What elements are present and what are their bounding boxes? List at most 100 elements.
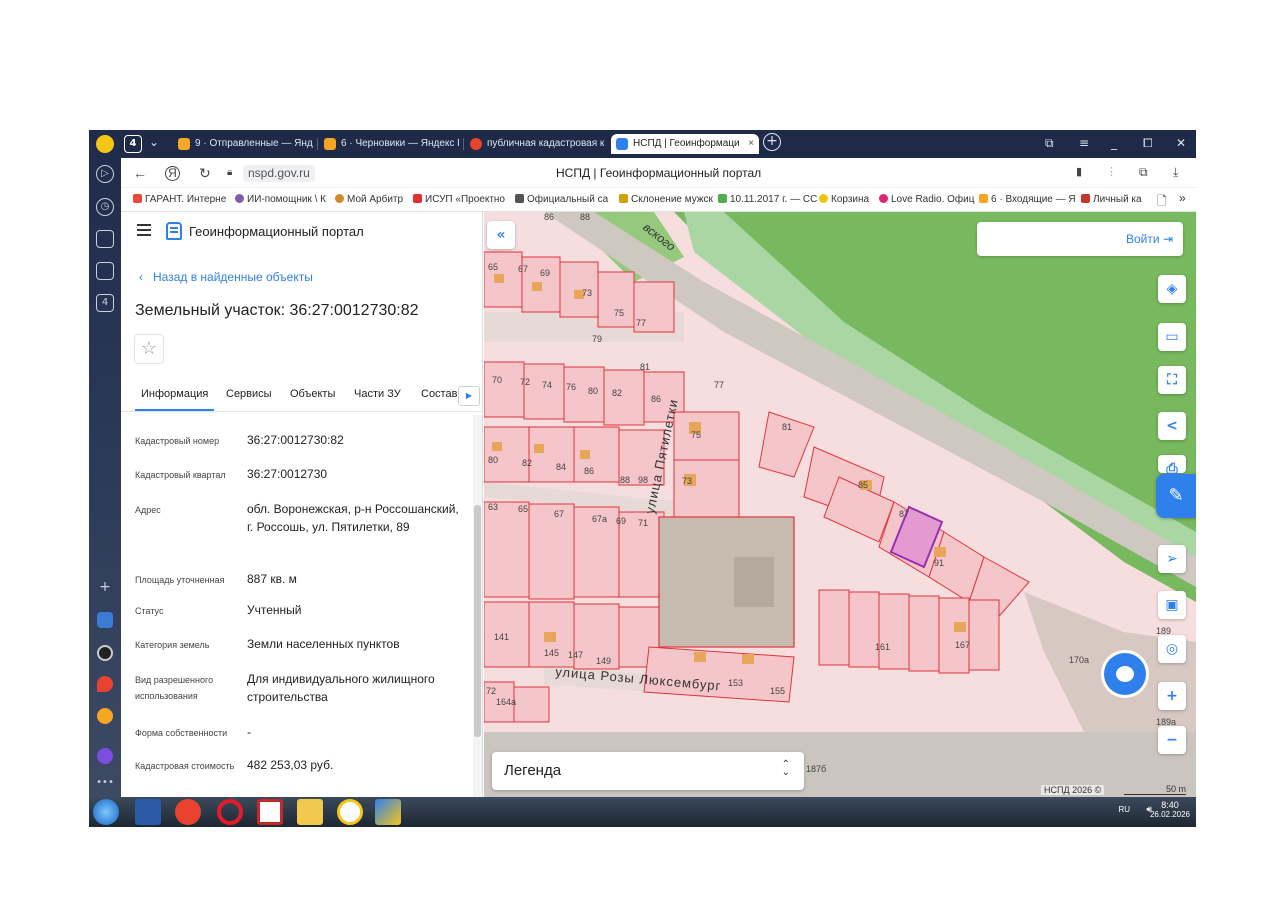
tab-parts[interactable]: Части ЗУ	[354, 388, 401, 400]
bookmark-item[interactable]: Официальный са	[515, 194, 608, 205]
menu-icon[interactable]: ≡	[1079, 136, 1089, 150]
plot-number: 69	[616, 516, 627, 526]
start-button-icon[interactable]	[93, 799, 119, 825]
bookmark-item[interactable]: ИСУП «Проектно	[413, 194, 505, 205]
map-copyright: НСПД 2026 ©	[1041, 785, 1105, 795]
yandex-app-icon[interactable]	[175, 799, 201, 825]
plot-number: 74	[542, 380, 553, 390]
ruler-icon[interactable]: ▭	[1158, 323, 1186, 351]
share-icon[interactable]: <	[1158, 412, 1186, 440]
bookmark-item[interactable]: ИИ-помощник \ К	[235, 194, 326, 205]
plot-number: 73	[582, 288, 593, 298]
minimap-icon[interactable]: ▣	[1158, 591, 1186, 619]
new-tab-button[interactable]: +	[763, 133, 781, 151]
feedback-icon[interactable]: ✎	[1156, 474, 1196, 518]
panel-scrollbar[interactable]	[473, 415, 482, 797]
bookmark-label: Мой Арбитр	[347, 194, 404, 205]
opera-app-icon[interactable]	[217, 799, 243, 825]
tab-information[interactable]: Информация	[134, 388, 215, 411]
tab-list-chevron-icon[interactable]: ⌄	[149, 135, 159, 149]
add-icon[interactable]: +	[96, 580, 114, 598]
screenshot-icon[interactable]	[96, 262, 114, 280]
geolocation-icon[interactable]: ➢	[1158, 545, 1186, 573]
word-app-icon[interactable]	[135, 799, 161, 825]
music-app-icon[interactable]	[97, 645, 113, 661]
bookmark-item[interactable]: Love Radio. Офиц	[879, 194, 974, 205]
restore-icon[interactable]: ⧠	[1143, 136, 1153, 151]
favorite-button[interactable]: ☆	[134, 334, 164, 364]
bookmark-icon[interactable]: ▮	[1076, 165, 1082, 178]
language-indicator[interactable]: RU	[1118, 805, 1130, 814]
acrobat-app-icon[interactable]	[257, 799, 283, 825]
chat-icon[interactable]	[1104, 653, 1146, 695]
layers-icon[interactable]: ◈	[1158, 275, 1186, 303]
scrollbar-thumb[interactable]	[474, 505, 481, 737]
yandex-home-icon[interactable]: Я	[165, 166, 180, 181]
bookmark-item[interactable]: 10.11.2017 г. — СС	[718, 194, 817, 205]
tab-drafts[interactable]: 6 · Черновики — Яндекс П	[319, 134, 459, 154]
close-tab-icon[interactable]: ×	[748, 134, 754, 154]
url-field[interactable]: nspd.gov.ru	[243, 165, 315, 182]
bookmark-icon	[235, 194, 244, 203]
tabs-next-button[interactable]: ▶	[458, 386, 480, 406]
messenger-app-icon[interactable]	[97, 748, 113, 764]
minimize-icon[interactable]: _	[1111, 136, 1117, 150]
plot-number: 86	[584, 466, 595, 476]
location-pin-icon[interactable]: ◎	[1158, 635, 1186, 663]
play-icon[interactable]: ▷	[96, 165, 114, 183]
tabs-count-icon[interactable]: 4	[96, 294, 114, 312]
plot-number: 149	[596, 656, 612, 666]
volume-icon[interactable]: 🔊︎	[1146, 804, 1152, 815]
login-button[interactable]: Войти ⇥	[977, 222, 1183, 256]
lock-icon[interactable]: 🔒︎	[227, 167, 232, 178]
select-area-icon[interactable]: ⛶	[1158, 366, 1186, 394]
bookmark-item[interactable]: 6 · Входящие — Я	[979, 194, 1076, 205]
more-options-icon[interactable]: ⋮	[1106, 165, 1117, 178]
legend-dropdown[interactable]: Легенда ⌃ ⌄	[492, 752, 804, 790]
shield-app-icon[interactable]	[375, 799, 401, 825]
property-value: 887 кв. м	[247, 572, 297, 586]
tab-composition[interactable]: Состав	[421, 388, 457, 400]
clock[interactable]: 8:40 26.02.2026	[1148, 800, 1192, 819]
notes-icon[interactable]	[96, 230, 114, 248]
download-icon[interactable]: ⤓	[1173, 165, 1178, 180]
bookmark-icon	[515, 194, 524, 203]
zoom-in-button[interactable]: +	[1158, 682, 1186, 710]
collapse-panel-button[interactable]: «	[487, 221, 515, 249]
plot-number: 72	[486, 686, 497, 696]
system-tray: RU 🔊︎ 8:40 26.02.2026	[1118, 800, 1192, 819]
menu-icon[interactable]	[137, 224, 151, 236]
tab-sent-mail[interactable]: 9 · Отправленные — Янде	[173, 134, 313, 154]
print-icon[interactable]: ⎙	[1158, 455, 1186, 477]
alice-icon[interactable]	[96, 135, 114, 153]
tab-nspd[interactable]: НСПД | Геоинформаци ×	[611, 134, 759, 154]
extensions-icon[interactable]: ⧉	[1139, 165, 1148, 180]
reload-icon[interactable]: ↻	[199, 165, 211, 182]
tab-cadastral-search[interactable]: публичная кадастровая к	[465, 134, 605, 154]
history-icon[interactable]: ◷	[96, 198, 114, 216]
cadastral-map[interactable]: улица Пятилетки улица Розы Люксембург вс…	[484, 212, 1196, 797]
tabs-manager-icon[interactable]: ⧉	[1045, 136, 1054, 151]
bookmark-item[interactable]: Корзина	[819, 194, 869, 205]
explorer-app-icon[interactable]	[297, 799, 323, 825]
bookmarks-more-button[interactable]: »	[1179, 191, 1186, 205]
maps-app-icon[interactable]	[97, 676, 113, 692]
more-icon[interactable]: •••	[96, 775, 114, 793]
bookmark-label: Личный ка	[1093, 194, 1142, 205]
zoom-out-button[interactable]: −	[1158, 726, 1186, 754]
mail-app-icon[interactable]	[97, 708, 113, 724]
back-arrow-icon[interactable]: ←	[133, 165, 147, 181]
tab-objects[interactable]: Объекты	[290, 388, 335, 400]
document-icon[interactable]: 🗋︎	[1157, 192, 1167, 213]
tab-count-badge[interactable]: 4	[124, 135, 142, 153]
docs-app-icon[interactable]	[97, 612, 113, 628]
bookmark-item[interactable]: Склонение мужск	[619, 194, 713, 205]
close-window-icon[interactable]: ✕	[1176, 136, 1186, 150]
bookmark-item[interactable]: Личный ка	[1081, 194, 1142, 205]
bookmark-item[interactable]: ГАРАНТ. Интерне	[133, 194, 226, 205]
map-canvas[interactable]	[484, 212, 1196, 797]
tab-services[interactable]: Сервисы	[226, 388, 272, 400]
back-to-results-link[interactable]: ‹ Назад в найденные объекты	[139, 270, 313, 284]
bookmark-item[interactable]: Мой Арбитр	[335, 194, 403, 205]
yandex-browser-app-icon[interactable]	[337, 799, 363, 825]
